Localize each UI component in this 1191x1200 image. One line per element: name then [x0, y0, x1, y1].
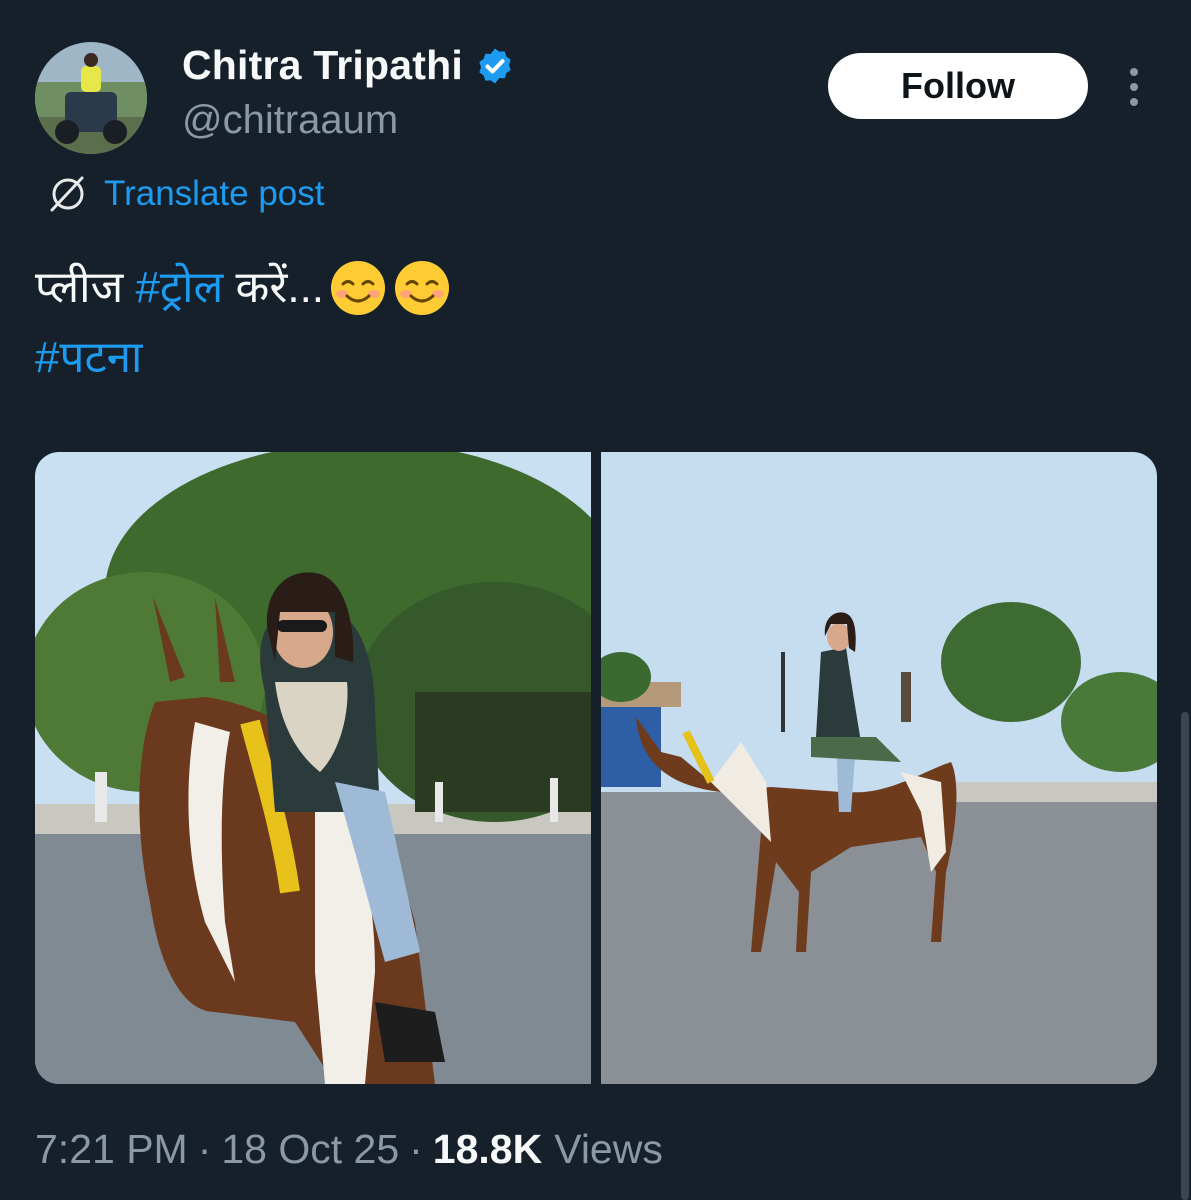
tweet-text: प्लीज #ट्रोल करें... [35, 258, 452, 318]
author-handle[interactable]: @chitraaum [182, 98, 398, 143]
follow-button[interactable]: Follow [828, 53, 1088, 119]
translate-post-label: Translate post [104, 174, 325, 213]
author-name-row[interactable]: Chitra Tripathi [182, 42, 515, 89]
translate-post-link[interactable]: Translate post [46, 172, 324, 216]
tweet-date[interactable]: 18 Oct 25 [221, 1126, 399, 1173]
tweet-meta: 7:21 PM · 18 Oct 25 · 18.8K Views [35, 1126, 663, 1173]
avatar[interactable] [35, 42, 147, 154]
media-photo-2[interactable] [601, 452, 1157, 1084]
tweet-time[interactable]: 7:21 PM [35, 1126, 188, 1173]
meta-separator: · [197, 1126, 212, 1172]
meta-separator: · [409, 1126, 423, 1172]
hashtag-link[interactable]: #ट्रोल [135, 266, 223, 310]
views-label: Views [554, 1126, 663, 1172]
scrollbar[interactable] [1181, 712, 1189, 1200]
hashtag-link[interactable]: #पटना [35, 333, 142, 382]
smiling-face-icon [331, 261, 386, 315]
tweet-text-prefix: प्लीज [35, 263, 136, 312]
tweet-hashtag-line: #पटना [35, 336, 142, 380]
author-name[interactable]: Chitra Tripathi [182, 42, 463, 89]
tweet-text-suffix: करें... [223, 263, 325, 312]
smiling-face-icon [395, 261, 450, 315]
more-vertical-icon[interactable] [1118, 66, 1150, 110]
media-photo-1[interactable] [35, 452, 591, 1084]
verified-badge-icon [479, 48, 511, 83]
globe-slash-icon [50, 176, 84, 212]
views-count: 18.8K [432, 1126, 543, 1172]
